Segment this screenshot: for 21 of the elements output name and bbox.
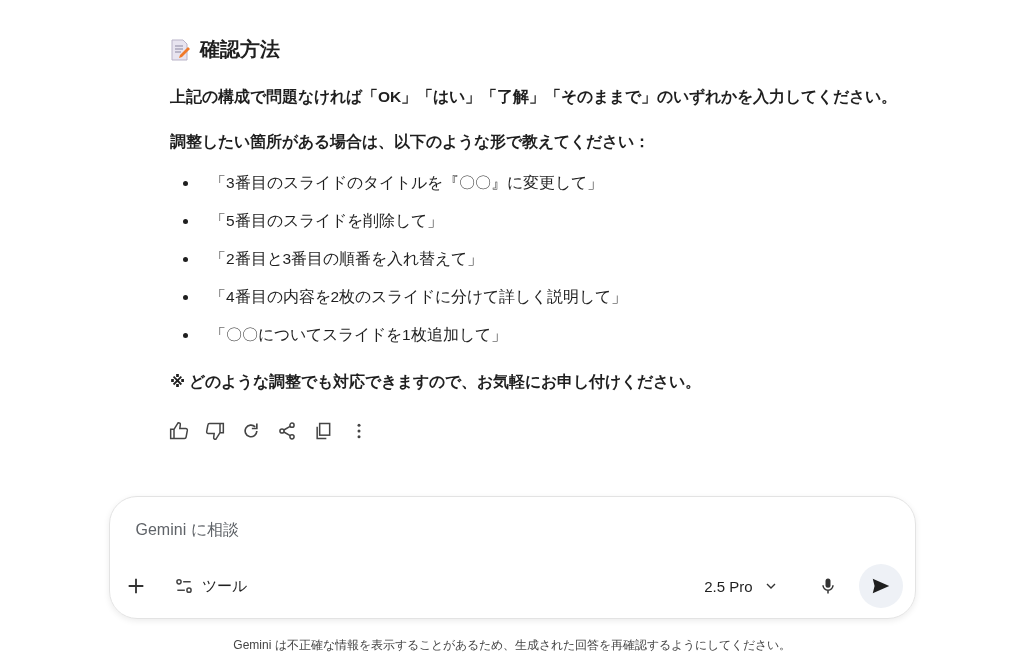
bullet-icon — [183, 332, 188, 338]
note-text: ※ どのような調整でも対応できますので、お気軽にお申し付けください。 — [170, 372, 703, 393]
bullet-icon — [183, 180, 188, 186]
bullet-icon — [183, 256, 188, 262]
example-text: 「〇〇についてスライドを1枚追加して」 — [210, 324, 507, 345]
example-text: 「5番目のスライドを削除して」 — [210, 210, 443, 231]
send-button[interactable] — [858, 564, 903, 608]
memo-icon — [170, 38, 190, 61]
example-text: 「2番目と3番目の順番を入れ替えて」 — [210, 248, 484, 269]
prompt-field[interactable]: Gemini に相談 ツール 2.5 Pro — [108, 496, 916, 619]
example-text: 「3番目のスライドのタイトルを『〇〇』に変更して」 — [210, 172, 603, 193]
example-text: 「4番目の内容を2枚のスライドに分けて詳しく説明して」 — [210, 286, 628, 307]
tools-button[interactable]: ツール — [167, 570, 253, 602]
intro-text: 上記の構成で問題なければ「OK」「はい」「了解」「そのままで」のいずれかを入力してください。 — [170, 87, 899, 108]
bullet-icon — [183, 294, 188, 300]
section-heading: 確認方法 — [200, 37, 280, 62]
sliders-icon — [173, 576, 194, 596]
lead-text: 調整したい箇所がある場合は、以下のような形で教えてください： — [170, 132, 651, 153]
disclaimer-text: Gemini は不正確な情報を表示することがあるため、生成された回答を再確認するようにしてください。 — [233, 637, 791, 654]
model-selector[interactable]: 2.5 Pro — [698, 576, 785, 596]
bullet-icon — [183, 218, 188, 224]
